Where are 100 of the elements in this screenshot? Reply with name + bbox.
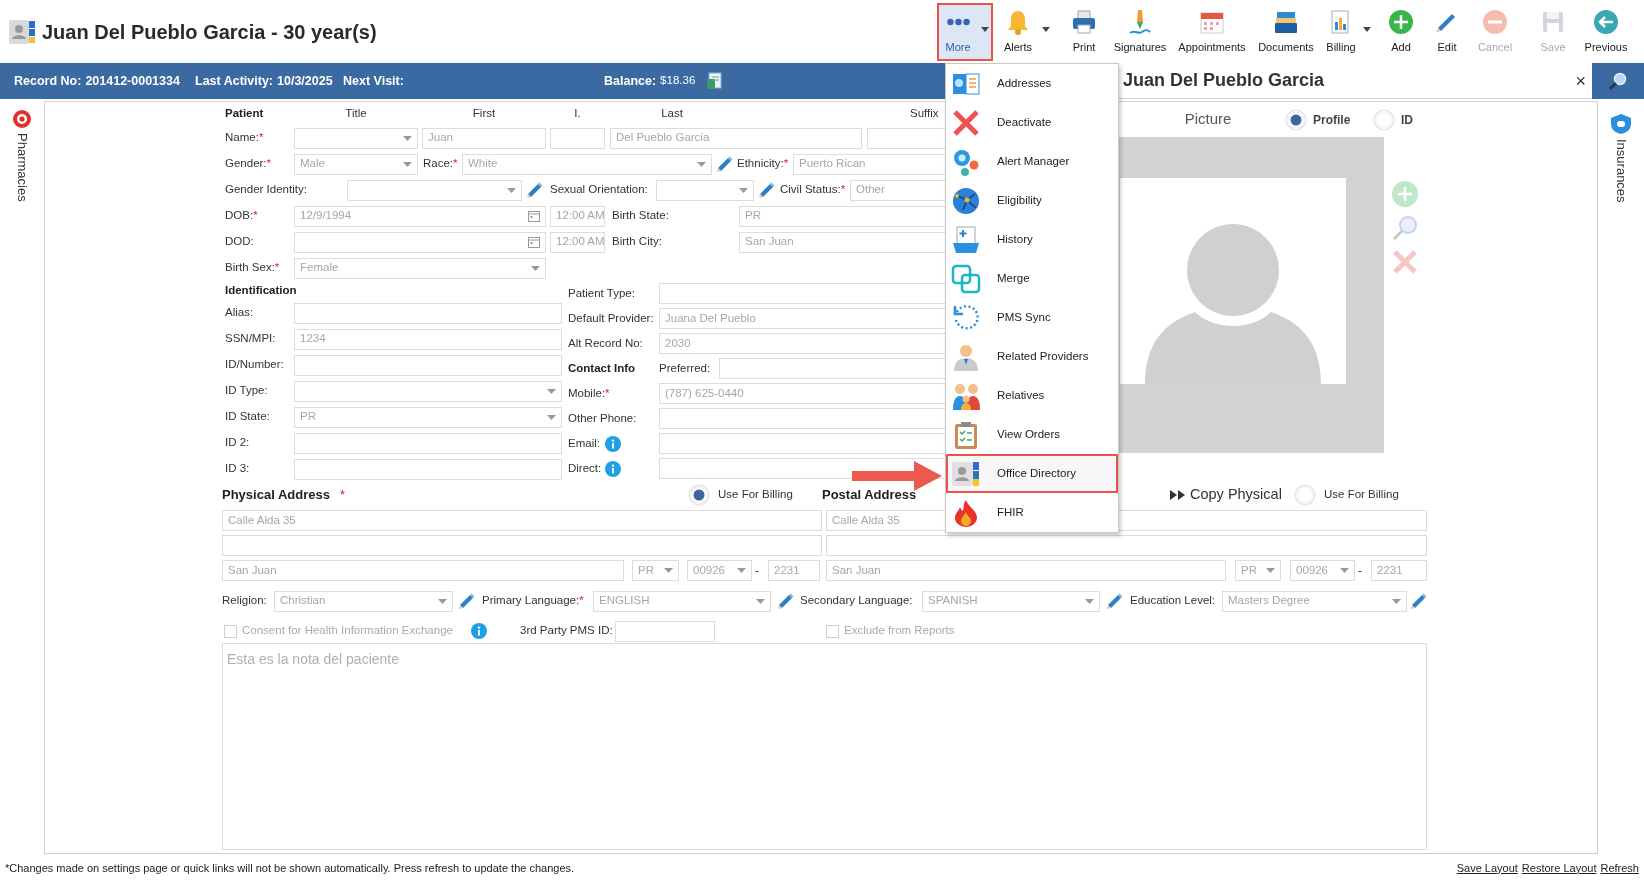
menu-item[interactable]: Addresses bbox=[946, 64, 1118, 103]
caret-icon bbox=[531, 265, 540, 271]
info-icon[interactable] bbox=[605, 460, 621, 477]
time-field[interactable]: 12:00 AM bbox=[550, 205, 605, 227]
footer-link[interactable]: Save Layout bbox=[1456, 859, 1518, 877]
field-label: Alias: bbox=[225, 305, 254, 321]
time-field[interactable]: 12:00 AM bbox=[550, 231, 605, 253]
caret-icon bbox=[438, 598, 447, 604]
dropdown-field[interactable]: PR bbox=[294, 406, 562, 428]
menu-item[interactable]: Merge bbox=[946, 259, 1118, 298]
close-button[interactable]: × bbox=[1575, 71, 1586, 90]
caret-icon bbox=[1392, 598, 1401, 604]
toolbar-button[interactable]: Appointments bbox=[1174, 2, 1250, 61]
caret-icon bbox=[739, 187, 748, 193]
dropdown-field[interactable]: 00926 bbox=[687, 560, 752, 581]
toolbar-button[interactable]: Documents bbox=[1256, 2, 1316, 61]
field-label: ID Type: bbox=[225, 383, 268, 399]
footer-link[interactable]: Refresh bbox=[1600, 859, 1639, 877]
eye-target-icon[interactable] bbox=[12, 109, 32, 129]
dropdown-field[interactable]: PR bbox=[1235, 560, 1281, 581]
input-field[interactable] bbox=[294, 354, 562, 376]
search-icon bbox=[1608, 71, 1628, 91]
input-field[interactable] bbox=[294, 302, 562, 324]
input-field[interactable]: 2231 bbox=[1371, 560, 1427, 581]
input-field[interactable]: Juan bbox=[422, 127, 546, 149]
search-button[interactable] bbox=[1592, 63, 1644, 99]
radio-button[interactable] bbox=[1285, 108, 1307, 131]
input-field[interactable]: San Juan bbox=[222, 560, 624, 581]
ledger-icon[interactable] bbox=[706, 72, 723, 90]
pencil-icon[interactable] bbox=[757, 180, 776, 200]
dropdown-field[interactable]: Female bbox=[294, 257, 546, 279]
dropdown-field[interactable]: Male bbox=[294, 153, 418, 175]
input-field[interactable]: Calle Alda 35 bbox=[222, 510, 822, 531]
toolbar-button[interactable]: Print bbox=[1064, 2, 1104, 61]
field-label: Direct: bbox=[568, 460, 602, 476]
calendar-icon bbox=[528, 210, 540, 222]
pencil-icon[interactable] bbox=[457, 591, 476, 611]
magnifier-icon[interactable] bbox=[1392, 215, 1418, 241]
field-label: Race:* bbox=[423, 156, 458, 172]
checkbox[interactable] bbox=[826, 624, 839, 638]
cross-icon bbox=[951, 107, 981, 138]
info-icon[interactable] bbox=[605, 435, 621, 452]
field-label: Name:* bbox=[225, 130, 264, 146]
date-field[interactable]: 12/9/1994 bbox=[294, 205, 546, 227]
shield-icon[interactable] bbox=[1609, 113, 1633, 135]
dropdown-field[interactable]: Masters Degree bbox=[1222, 590, 1407, 612]
radio-button[interactable] bbox=[1294, 484, 1316, 506]
input-field[interactable] bbox=[550, 127, 605, 149]
dropdown-field[interactable]: White bbox=[462, 153, 712, 175]
sidebar-tab[interactable]: Pharmacies bbox=[12, 133, 32, 202]
copy-physical-button[interactable]: Copy Physical bbox=[1170, 484, 1282, 506]
person-silhouette-icon bbox=[1145, 224, 1321, 384]
checkbox[interactable] bbox=[224, 624, 237, 638]
dropdown-field[interactable] bbox=[347, 179, 522, 201]
toolbar-button[interactable]: Edit bbox=[1430, 2, 1464, 61]
input-field[interactable]: San Juan bbox=[826, 560, 1226, 581]
toolbar-button[interactable]: Add bbox=[1384, 2, 1418, 61]
menu-item[interactable]: View Orders bbox=[946, 415, 1118, 454]
pencil-icon[interactable] bbox=[1409, 591, 1428, 611]
input-field[interactable]: Del Pueblo Garcia bbox=[610, 127, 862, 149]
footer-link[interactable]: Restore Layout bbox=[1521, 859, 1597, 877]
toolbar-button[interactable]: More bbox=[937, 2, 993, 61]
input-field[interactable]: 2231 bbox=[768, 560, 820, 581]
sidebar-tab[interactable]: Insurances bbox=[1611, 139, 1631, 203]
notes-field[interactable]: Esta es la nota del paciente bbox=[222, 643, 1427, 850]
toolbar-button[interactable]: Billing bbox=[1321, 2, 1375, 61]
dropdown-field[interactable] bbox=[294, 380, 562, 402]
menu-item[interactable]: Deactivate bbox=[946, 103, 1118, 142]
caret-icon bbox=[1085, 598, 1094, 604]
field-label: Religion: bbox=[222, 593, 267, 609]
dropdown-field[interactable] bbox=[294, 127, 418, 149]
toolbar-button[interactable]: Signatures bbox=[1112, 2, 1168, 61]
radio-button[interactable] bbox=[1373, 108, 1395, 131]
dropdown-field[interactable]: SPANISH bbox=[922, 590, 1100, 612]
toolbar-button[interactable]: Previous bbox=[1581, 2, 1631, 61]
input-field[interactable] bbox=[294, 458, 562, 480]
delete-icon[interactable] bbox=[1392, 249, 1418, 275]
menu-item[interactable]: Office Directory bbox=[946, 454, 1118, 493]
dropdown-field[interactable]: Christian bbox=[274, 590, 453, 612]
dropdown-field[interactable]: PR bbox=[632, 560, 679, 581]
input-field[interactable] bbox=[294, 432, 562, 454]
plus-icon[interactable] bbox=[1392, 181, 1418, 207]
input-field[interactable]: 1234 bbox=[294, 328, 562, 350]
input-field[interactable] bbox=[826, 535, 1427, 556]
pencil-icon[interactable] bbox=[525, 180, 544, 200]
input-field[interactable] bbox=[615, 620, 715, 642]
dropdown-field[interactable]: ENGLISH bbox=[593, 590, 771, 612]
dropdown-field[interactable]: 00926 bbox=[1290, 560, 1355, 581]
input-field[interactable] bbox=[222, 535, 822, 556]
pencil-icon[interactable] bbox=[1105, 591, 1124, 611]
radio-button[interactable] bbox=[688, 484, 710, 506]
date-field[interactable] bbox=[294, 231, 546, 253]
footer-note: *Changes made on settings page or quick links will not be shown automatically. Press refresh to update the changes. bbox=[5, 860, 575, 876]
pencil-icon[interactable] bbox=[776, 591, 795, 611]
toolbar-button[interactable]: Alerts bbox=[996, 2, 1054, 61]
pencil-icon[interactable] bbox=[715, 154, 734, 174]
info-icon[interactable] bbox=[471, 623, 487, 639]
radio-label: Use For Billing bbox=[1324, 487, 1399, 503]
dropdown-field[interactable] bbox=[656, 179, 754, 201]
caret-icon bbox=[507, 187, 516, 193]
